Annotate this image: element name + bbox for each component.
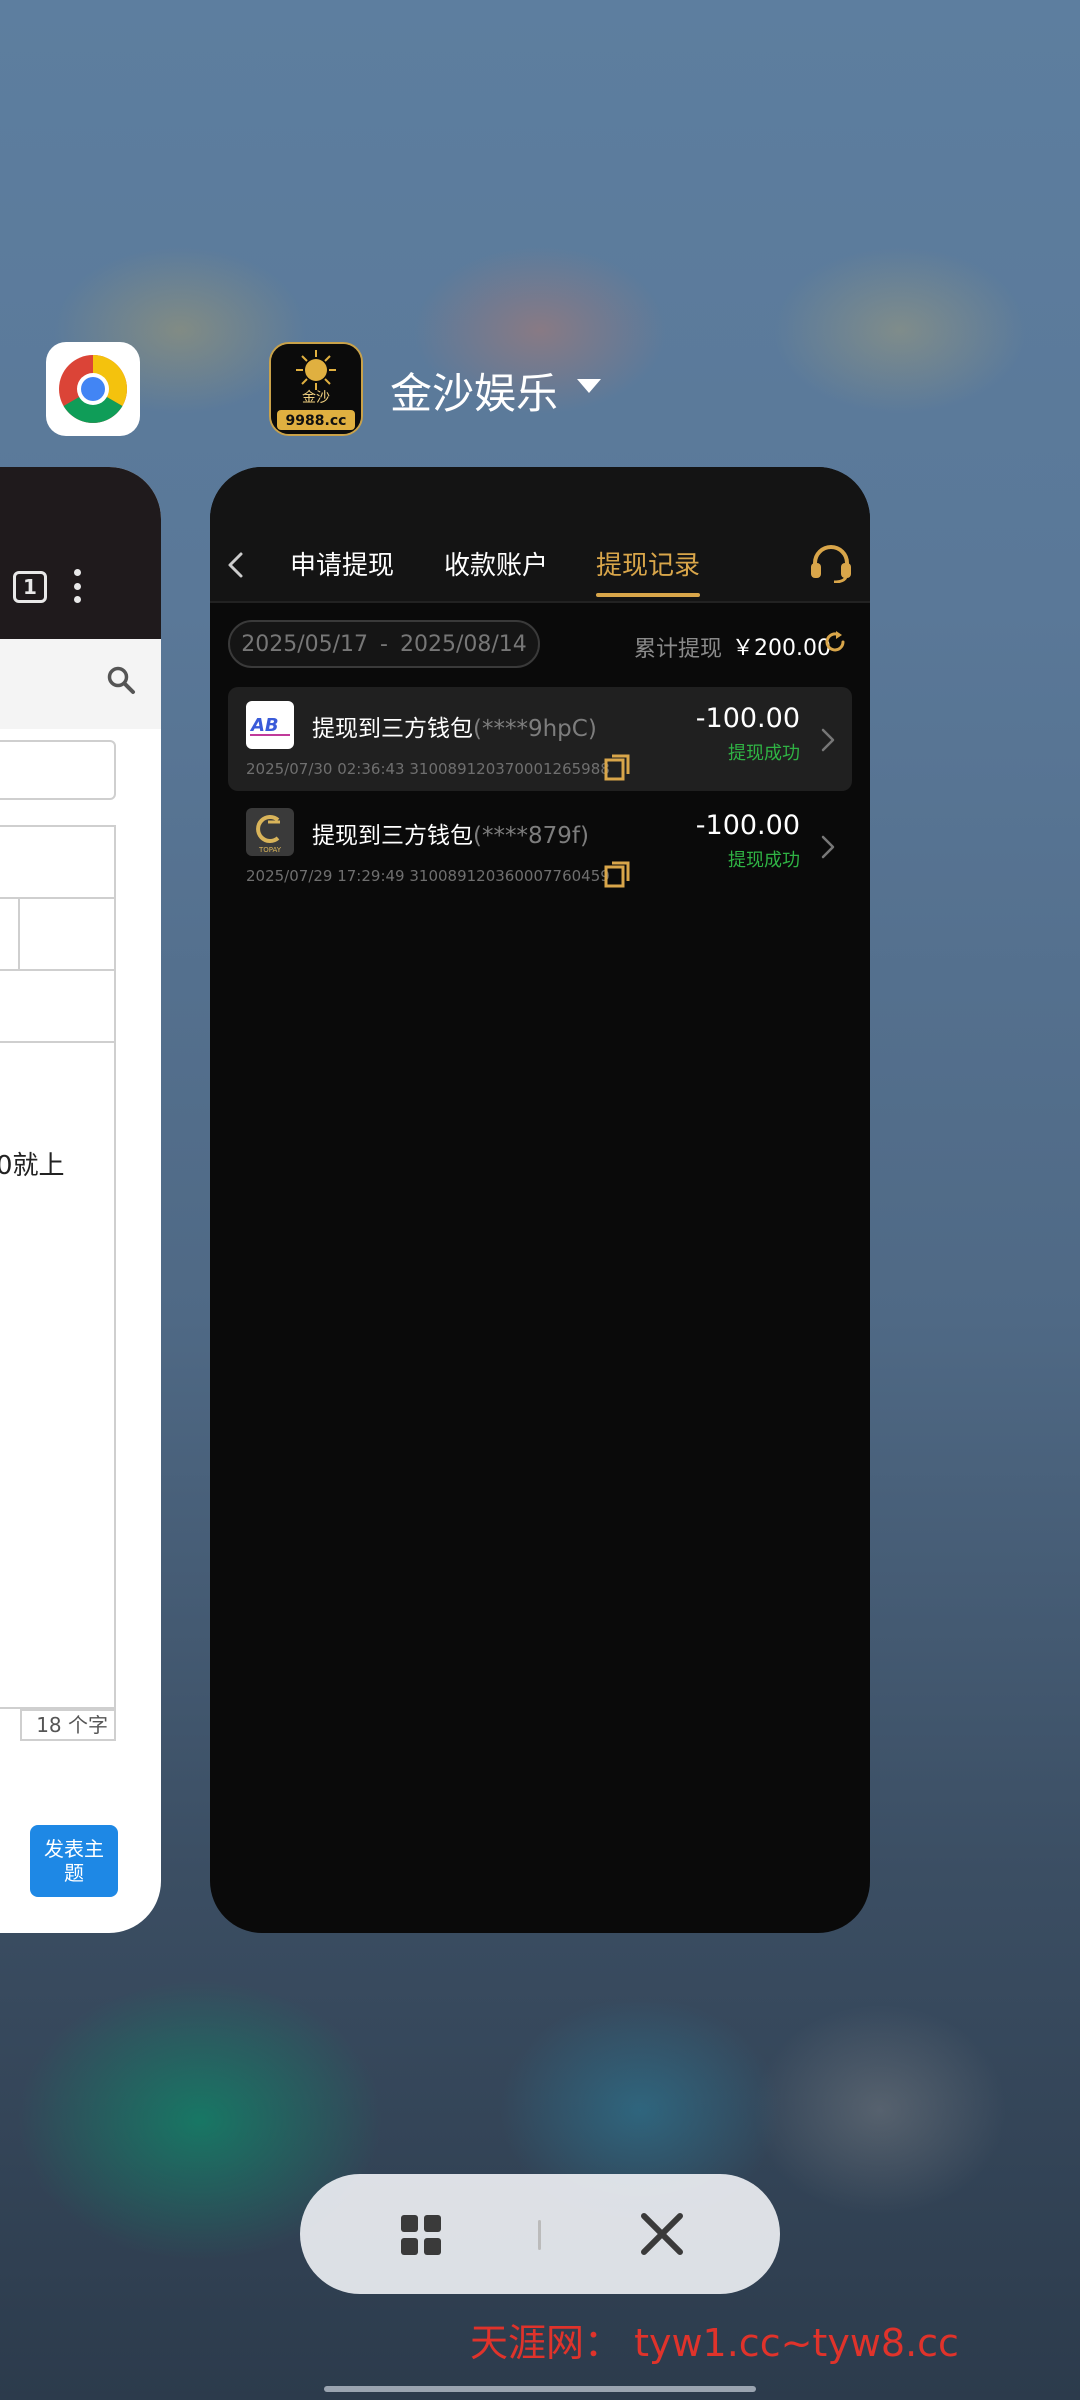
active-tab-indicator [596, 593, 700, 597]
date-start: 2025/05/17 [241, 631, 369, 657]
date-range-picker[interactable]: 2025/05/17 - 2025/08/14 [228, 620, 540, 668]
chrome-toolbar: 1 [0, 467, 161, 639]
total-withdraw-value: ￥200.00 [732, 636, 831, 661]
withdraw-record[interactable]: TOPAY 提现到三方钱包(****879f) 2025/07/29 17:29… [228, 794, 852, 898]
search-icon[interactable] [106, 665, 136, 695]
chrome-search-bar [0, 639, 161, 729]
more-menu-icon[interactable] [73, 569, 81, 603]
app-recent-card[interactable]: 申请提现 收款账户 提现记录 2025/05/17 - 2025/08/14 累… [210, 467, 870, 1933]
grid-view-icon[interactable] [400, 2214, 442, 2256]
content-textarea[interactable] [0, 1113, 116, 1709]
record-meta: 2025/07/29 17:29:49 31008912036000776045… [246, 867, 610, 885]
record-amount: -100.00 [695, 703, 800, 734]
record-meta: 2025/07/30 02:36:43 31008912037000126598… [246, 760, 610, 778]
record-datetime: 2025/07/30 02:36:43 [246, 760, 405, 778]
recents-action-bar [300, 2174, 780, 2294]
back-arrow-icon[interactable] [224, 551, 248, 579]
post-topic-button[interactable]: 发表主题 [30, 1825, 118, 1897]
payment-logo-text: TOPAY [258, 846, 282, 854]
record-status: 提现成功 [728, 743, 800, 764]
record-title: 提现到三方钱包(****879f) [312, 816, 589, 850]
record-account: (****879f) [473, 823, 589, 849]
close-all-icon[interactable] [638, 2210, 686, 2258]
app-options-caret-icon[interactable] [576, 378, 602, 394]
payment-logo-ab: AB [246, 701, 294, 749]
total-withdraw-label: 累计提现 [634, 637, 723, 662]
record-order-id: 310089120370001265988 [409, 760, 610, 778]
record-datetime: 2025/07/29 17:29:49 [246, 867, 405, 885]
app-name[interactable]: 金沙娱乐 [390, 360, 558, 421]
app-logo-icon: 金沙 9988.cc [271, 344, 361, 434]
record-account: (****9hpC) [473, 716, 597, 742]
record-status: 提现成功 [728, 850, 800, 871]
app-icon[interactable]: 金沙 9988.cc [269, 342, 363, 436]
chevron-right-icon[interactable] [820, 834, 836, 860]
payment-logo-topay: TOPAY [246, 808, 294, 856]
copy-icon[interactable] [604, 860, 630, 888]
app-logo-text: 9988.cc [286, 413, 347, 429]
withdraw-record[interactable]: AB 提现到三方钱包(****9hpC) 2025/07/30 02:36:43… [228, 687, 852, 791]
chrome-icon [59, 355, 127, 423]
refresh-icon[interactable] [822, 629, 848, 655]
chevron-right-icon[interactable] [820, 727, 836, 753]
app-logo-brand: 金沙 [302, 390, 330, 406]
payment-logo-text: AB [249, 715, 279, 736]
action-separator [538, 2220, 541, 2250]
record-amount: -100.00 [695, 810, 800, 841]
record-order-id: 310089120360007760459 [409, 867, 610, 885]
char-count: 18 个字 [20, 1709, 116, 1741]
copy-icon[interactable] [604, 753, 630, 781]
tab-apply-withdraw[interactable]: 申请提现 [290, 545, 394, 582]
headset-support-icon[interactable] [808, 543, 854, 583]
chrome-recent-card[interactable]: 1 0就上 18 个字 发表主题 [0, 467, 161, 1933]
record-title-text: 提现到三方钱包 [312, 716, 473, 742]
date-separator: - [380, 631, 388, 657]
chrome-app-icon[interactable] [46, 342, 140, 436]
form-table [0, 825, 116, 1115]
nav-divider [210, 601, 870, 603]
record-title-text: 提现到三方钱包 [312, 823, 473, 849]
tab-withdraw-records[interactable]: 提现记录 [596, 545, 700, 582]
record-title: 提现到三方钱包(****9hpC) [312, 709, 597, 743]
title-input[interactable] [0, 740, 116, 800]
watermark-text: 天涯网： tyw1.cc~tyw8.cc [470, 2321, 959, 2365]
home-indicator[interactable] [324, 2386, 756, 2392]
content-text: 0就上 [0, 1151, 65, 1181]
tab-payout-accounts[interactable]: 收款账户 [444, 545, 548, 582]
date-end: 2025/08/14 [399, 631, 527, 657]
tab-count-button[interactable]: 1 [13, 571, 47, 603]
